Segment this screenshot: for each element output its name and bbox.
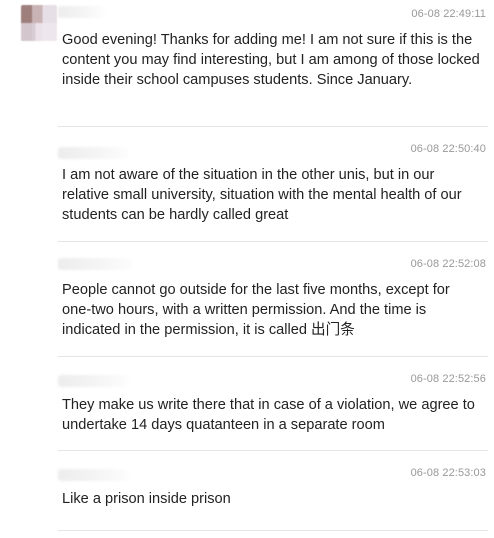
message-timestamp: 06-08 22:53:03 — [410, 467, 486, 479]
message-timestamp: 06-08 22:52:08 — [410, 258, 486, 270]
message-divider — [58, 241, 488, 242]
message-divider — [58, 126, 488, 127]
sender-name-redacted — [58, 375, 128, 387]
message-divider — [58, 450, 488, 451]
message-text: Like a prison inside prison — [62, 491, 231, 507]
message-text: I am not aware of the situation in the o… — [62, 167, 462, 223]
sender-name-redacted — [58, 147, 128, 159]
message-timestamp: 06-08 22:52:56 — [410, 373, 486, 385]
message-text: Good evening! Thanks for adding me! I am… — [62, 32, 480, 88]
message-divider — [58, 530, 488, 531]
sender-name-redacted — [58, 469, 128, 481]
message-timestamp: 06-08 22:49:11 — [411, 8, 486, 20]
chat-history: 06-08 22:49:11 Good evening! Thanks for … — [0, 0, 494, 538]
message-text: People cannot go outside for the last fi… — [62, 282, 450, 338]
sender-name-redacted — [58, 258, 132, 270]
sender-avatar[interactable] — [21, 5, 57, 41]
sender-name-redacted — [58, 6, 104, 18]
message-text: They make us write there that in case of… — [62, 397, 475, 433]
message-divider — [58, 356, 488, 357]
message-timestamp: 06-08 22:50:40 — [410, 143, 486, 155]
